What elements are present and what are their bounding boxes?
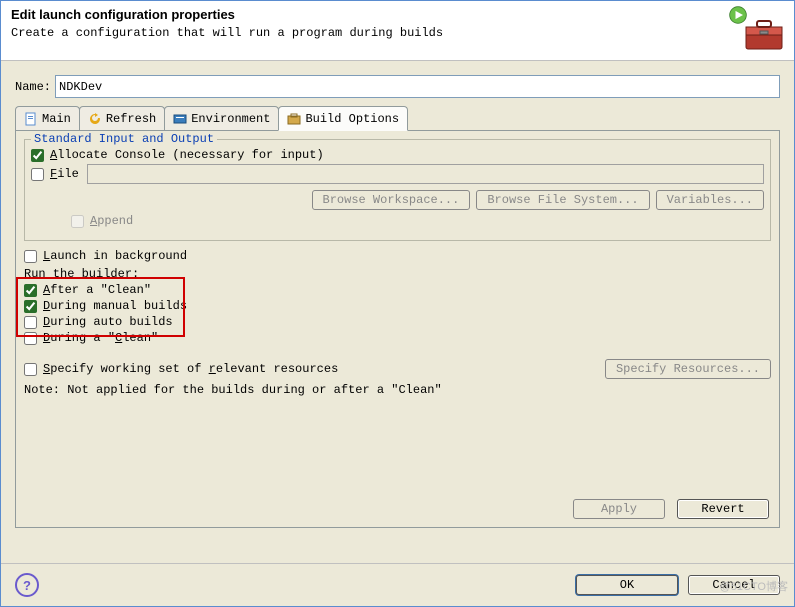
during-clean-label: During a "Clean"	[43, 331, 158, 345]
after-clean-checkbox[interactable]	[24, 284, 37, 297]
file-checkbox[interactable]	[31, 168, 44, 181]
browse-filesystem-button[interactable]: Browse File System...	[476, 190, 649, 210]
launch-background-checkbox[interactable]	[24, 250, 37, 263]
stdio-legend: Standard Input and Output	[31, 132, 217, 146]
revert-button[interactable]: Revert	[677, 499, 769, 519]
dialog-footer: ? OK Cancel	[1, 563, 794, 606]
stdio-group: Standard Input and Output Allocate Conso…	[24, 139, 771, 241]
tab-refresh-label: Refresh	[106, 112, 156, 126]
environment-icon	[173, 112, 187, 126]
cancel-button[interactable]: Cancel	[688, 575, 780, 595]
specify-resources-button[interactable]: Specify Resources...	[605, 359, 771, 379]
during-auto-row: During auto builds	[24, 315, 771, 329]
tabs-bar: Main Refresh Environment Build Options	[15, 108, 780, 130]
during-auto-label: During auto builds	[43, 315, 173, 329]
build-options-icon	[287, 112, 301, 126]
tab-refresh[interactable]: Refresh	[79, 106, 165, 130]
dialog-window: Edit launch configuration properties Cre…	[0, 0, 795, 607]
toolbox-icon	[740, 7, 788, 55]
during-manual-checkbox[interactable]	[24, 300, 37, 313]
allocate-console-row: Allocate Console (necessary for input)	[31, 148, 764, 162]
during-clean-row: During a "Clean"	[24, 331, 771, 345]
apply-revert-row: Apply Revert	[573, 499, 769, 519]
after-clean-label: After a "Clean"	[43, 283, 151, 297]
tab-main-label: Main	[42, 112, 71, 126]
file-label: File	[50, 167, 79, 181]
dialog-header: Edit launch configuration properties Cre…	[1, 1, 794, 61]
during-auto-checkbox[interactable]	[24, 316, 37, 329]
file-buttons-row: Browse Workspace... Browse File System..…	[31, 190, 764, 210]
document-icon	[24, 112, 38, 126]
tab-main[interactable]: Main	[15, 106, 80, 130]
browse-workspace-button[interactable]: Browse Workspace...	[312, 190, 471, 210]
working-set-label: Specify working set of relevant resource…	[43, 362, 338, 376]
allocate-console-label: Allocate Console (necessary for input)	[50, 148, 324, 162]
run-builder-title: Run the builder:	[24, 267, 771, 281]
tab-build-options[interactable]: Build Options	[278, 106, 408, 131]
file-row: File	[31, 164, 764, 184]
build-options-panel: Standard Input and Output Allocate Conso…	[15, 130, 780, 528]
during-manual-label: During manual builds	[43, 299, 187, 313]
launch-background-row: Launch in background	[24, 249, 771, 263]
working-set-checkbox[interactable]	[24, 363, 37, 376]
tab-build-options-label: Build Options	[305, 112, 399, 126]
ok-button[interactable]: OK	[576, 575, 678, 595]
file-path-input[interactable]	[87, 164, 764, 184]
append-label: Append	[90, 214, 133, 228]
dialog-subtitle: Create a configuration that will run a p…	[11, 26, 784, 40]
apply-button[interactable]: Apply	[573, 499, 665, 519]
tab-environment[interactable]: Environment	[164, 106, 279, 130]
after-clean-row: After a "Clean"	[24, 283, 771, 297]
working-set-row: Specify working set of relevant resource…	[24, 359, 771, 379]
name-label: Name:	[15, 80, 51, 94]
name-row: Name:	[15, 75, 780, 98]
allocate-console-checkbox[interactable]	[31, 149, 44, 162]
dialog-body: Name: Main Refresh Environment	[1, 61, 794, 551]
append-row: Append	[71, 214, 764, 228]
working-set-note: Note: Not applied for the builds during …	[24, 383, 771, 397]
variables-button[interactable]: Variables...	[656, 190, 764, 210]
tab-environment-label: Environment	[191, 112, 270, 126]
during-clean-checkbox[interactable]	[24, 332, 37, 345]
refresh-icon	[88, 112, 102, 126]
name-input[interactable]	[55, 75, 780, 98]
dialog-title: Edit launch configuration properties	[11, 7, 784, 22]
launch-background-label: Launch in background	[43, 249, 187, 263]
during-manual-row: During manual builds	[24, 299, 771, 313]
help-icon[interactable]: ?	[15, 573, 39, 597]
append-checkbox	[71, 215, 84, 228]
